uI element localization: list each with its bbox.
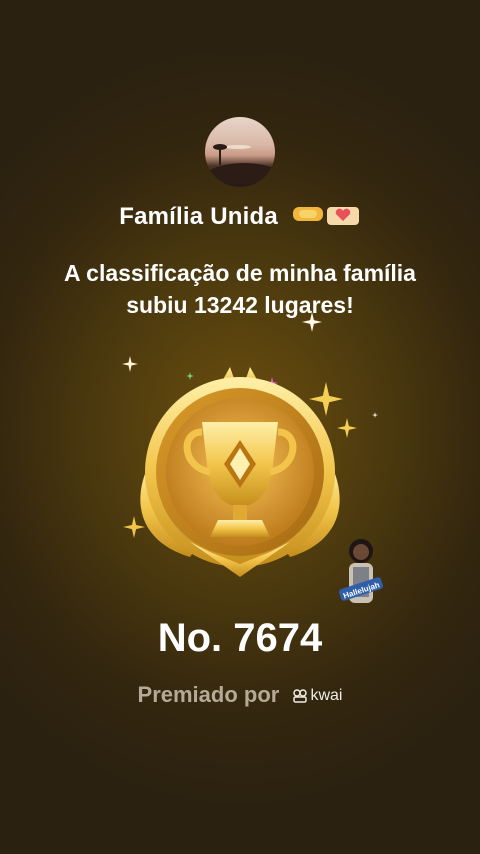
handshake-heart-emoji-icon (291, 201, 361, 234)
family-name: Família Unida (0, 201, 480, 234)
trophy-medal-icon (140, 367, 340, 577)
hallelujah-sticker[interactable]: Hallelujah (339, 533, 383, 617)
sparkle-icon (302, 312, 322, 332)
sparkle-icon (372, 412, 378, 418)
rank-number: No. 7674 (157, 616, 323, 660)
awarded-by-label: Premiado por (137, 682, 280, 707)
rank-up-message: A classificação de minha família subiu 1… (64, 260, 416, 318)
awarded-by: Premiado por kwai (0, 682, 480, 708)
family-name-text: Família Unida (119, 202, 278, 230)
kwai-logo-icon (293, 689, 308, 703)
family-avatar[interactable] (205, 117, 275, 187)
kwai-brand-text: kwai (310, 687, 343, 705)
kwai-brand: kwai (293, 687, 342, 705)
